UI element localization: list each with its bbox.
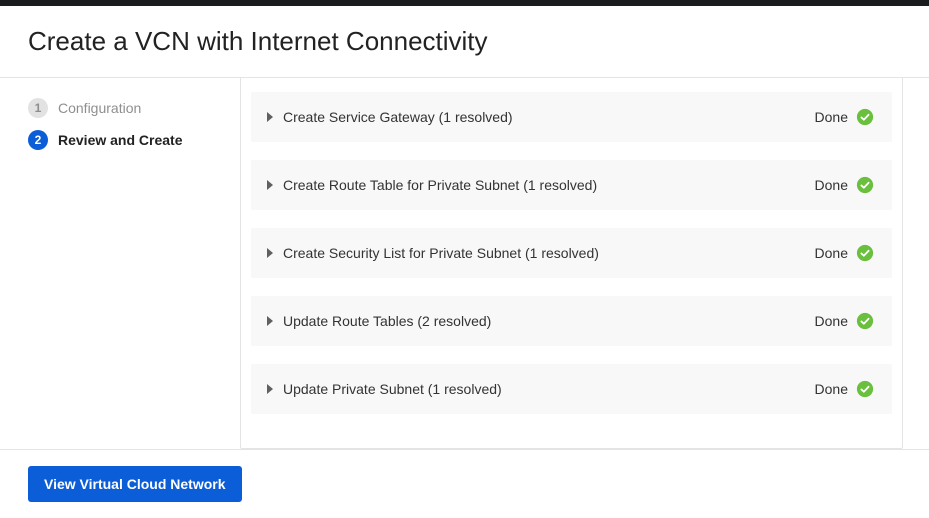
check-circle-icon: [856, 380, 874, 398]
check-circle-icon: [856, 312, 874, 330]
task-left: Create Route Table for Private Subnet (1…: [267, 177, 597, 193]
task-right: Done: [815, 244, 874, 262]
task-status: Done: [815, 381, 848, 397]
view-virtual-cloud-network-button[interactable]: View Virtual Cloud Network: [28, 466, 242, 502]
task-status: Done: [815, 313, 848, 329]
task-title: Create Route Table for Private Subnet (1…: [283, 177, 597, 193]
step-number-badge: 1: [28, 98, 48, 118]
task-right: Done: [815, 312, 874, 330]
step-label: Configuration: [58, 100, 141, 116]
page-header: Create a VCN with Internet Connectivity: [0, 6, 929, 78]
task-title: Update Route Tables (2 resolved): [283, 313, 491, 329]
chevron-right-icon: [267, 316, 273, 326]
task-right: Done: [815, 176, 874, 194]
task-row[interactable]: Create Service Gateway (1 resolved) Done: [251, 92, 892, 142]
chevron-right-icon: [267, 384, 273, 394]
task-status: Done: [815, 109, 848, 125]
task-status: Done: [815, 177, 848, 193]
task-row[interactable]: Update Route Tables (2 resolved) Done: [251, 296, 892, 346]
task-right: Done: [815, 380, 874, 398]
task-left: Create Security List for Private Subnet …: [267, 245, 599, 261]
task-title: Create Security List for Private Subnet …: [283, 245, 599, 261]
check-circle-icon: [856, 108, 874, 126]
step-number-badge: 2: [28, 130, 48, 150]
content-area: 1 Configuration 2 Review and Create Crea…: [0, 78, 929, 449]
step-review-and-create[interactable]: 2 Review and Create: [28, 130, 224, 150]
task-row[interactable]: Create Security List for Private Subnet …: [251, 228, 892, 278]
task-row[interactable]: Create Route Table for Private Subnet (1…: [251, 160, 892, 210]
task-row[interactable]: Update Private Subnet (1 resolved) Done: [251, 364, 892, 414]
task-status: Done: [815, 245, 848, 261]
task-right: Done: [815, 108, 874, 126]
task-left: Update Private Subnet (1 resolved): [267, 381, 502, 397]
task-title: Create Service Gateway (1 resolved): [283, 109, 513, 125]
wizard-steps-sidebar: 1 Configuration 2 Review and Create: [0, 78, 240, 449]
progress-panel: Create Service Gateway (1 resolved) Done…: [240, 78, 903, 449]
chevron-right-icon: [267, 248, 273, 258]
task-left: Update Route Tables (2 resolved): [267, 313, 491, 329]
main-panel-wrapper: Create Service Gateway (1 resolved) Done…: [240, 78, 929, 449]
page-title: Create a VCN with Internet Connectivity: [28, 26, 901, 57]
step-label: Review and Create: [58, 132, 183, 148]
chevron-right-icon: [267, 112, 273, 122]
check-circle-icon: [856, 176, 874, 194]
chevron-right-icon: [267, 180, 273, 190]
task-left: Create Service Gateway (1 resolved): [267, 109, 513, 125]
check-circle-icon: [856, 244, 874, 262]
task-title: Update Private Subnet (1 resolved): [283, 381, 502, 397]
footer: View Virtual Cloud Network: [0, 449, 929, 518]
step-configuration[interactable]: 1 Configuration: [28, 98, 224, 118]
